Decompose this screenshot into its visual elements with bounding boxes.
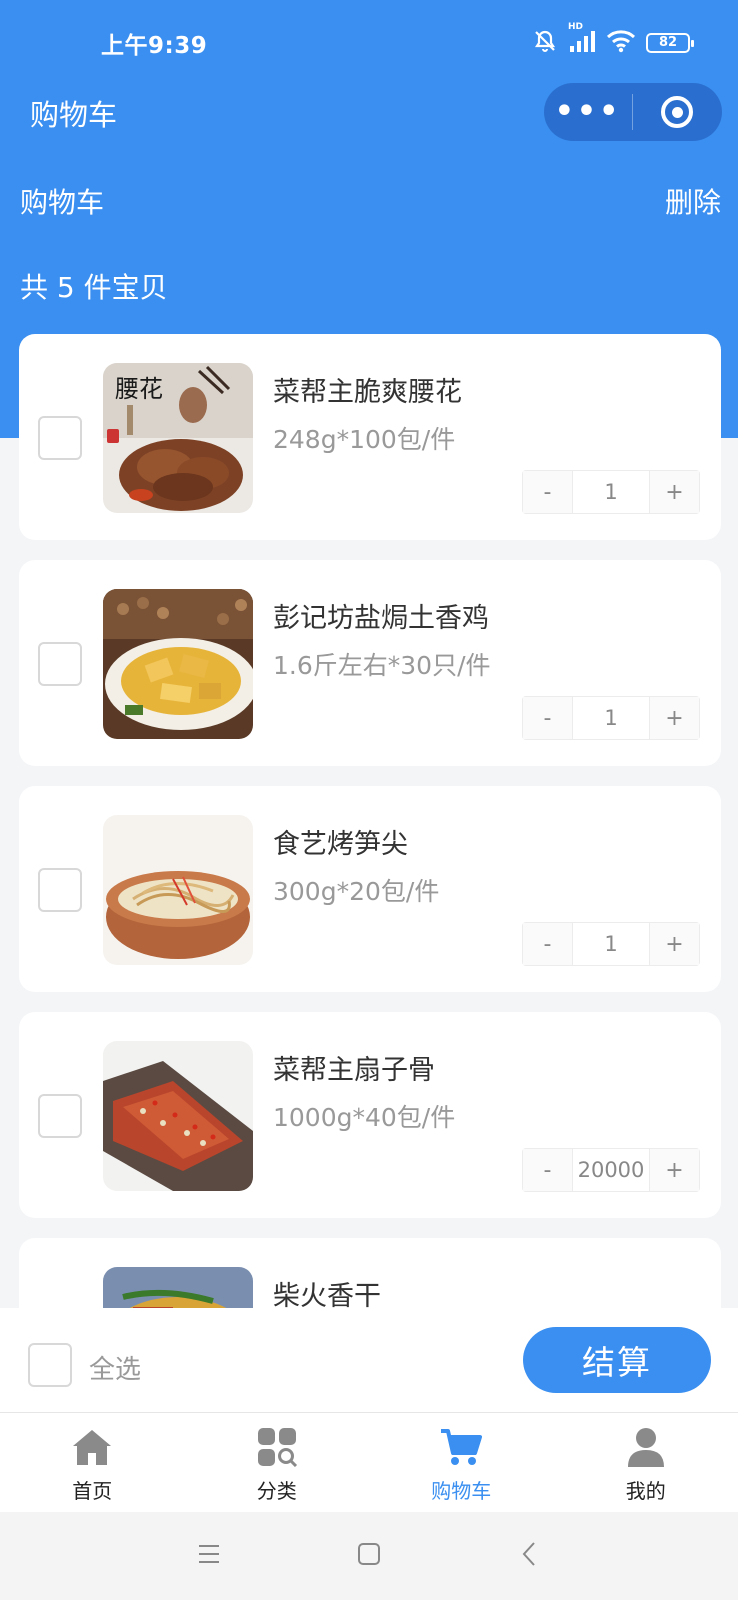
product-image[interactable] bbox=[103, 815, 253, 965]
miniprogram-capsule: ••• bbox=[544, 83, 722, 141]
battery-icon: 82 bbox=[646, 33, 694, 53]
tab-bar: 首页 分类 购物车 我的 bbox=[0, 1412, 738, 1512]
product-name: 彭记坊盐焗土香鸡 bbox=[273, 603, 489, 634]
cart-list[interactable]: 腰花 菜帮主脆爽腰花 248g*100包/件 - 1 + 彭记坊盐焗土香鸡 1.… bbox=[0, 334, 738, 1308]
category-icon bbox=[255, 1427, 299, 1471]
network-type-label: HD bbox=[568, 22, 584, 32]
tab-label: 首页 bbox=[72, 1479, 113, 1503]
checkout-bar: 全选 结算 bbox=[0, 1308, 738, 1412]
tab-cart[interactable]: 购物车 bbox=[369, 1413, 554, 1513]
increase-button[interactable]: + bbox=[650, 923, 699, 965]
home-button[interactable] bbox=[349, 1536, 389, 1576]
cart-item: 菜帮主扇子骨 1000g*40包/件 - 20000 + bbox=[19, 1012, 721, 1218]
item-checkbox[interactable] bbox=[38, 416, 82, 460]
status-icons: HD 82 bbox=[532, 22, 694, 58]
product-spec: 1000g*40包/件 bbox=[273, 1103, 456, 1132]
decrease-button[interactable]: - bbox=[523, 923, 572, 965]
tab-label: 我的 bbox=[625, 1479, 666, 1503]
product-image-text: 腰花 bbox=[115, 376, 163, 403]
page-title: 购物车 bbox=[20, 186, 105, 219]
delete-button[interactable]: 删除 bbox=[665, 181, 721, 221]
more-button[interactable]: ••• bbox=[544, 83, 632, 141]
product-image[interactable] bbox=[103, 1267, 253, 1308]
user-icon bbox=[624, 1427, 668, 1471]
product-image[interactable] bbox=[103, 589, 253, 739]
menu-button[interactable] bbox=[189, 1536, 229, 1576]
quantity-stepper: - 1 + bbox=[522, 922, 700, 966]
wifi-icon bbox=[606, 29, 636, 57]
navbar-title: 购物车 bbox=[30, 98, 118, 132]
close-miniprogram-button[interactable] bbox=[633, 83, 721, 141]
system-nav-bar bbox=[0, 1512, 738, 1600]
quantity-value[interactable]: 20000 bbox=[572, 1149, 650, 1191]
increase-button[interactable]: + bbox=[650, 697, 699, 739]
product-name: 菜帮主扇子骨 bbox=[273, 1055, 435, 1086]
cart-item: 腰花 菜帮主脆爽腰花 248g*100包/件 - 1 + bbox=[19, 334, 721, 540]
tab-category[interactable]: 分类 bbox=[185, 1413, 370, 1513]
square-icon bbox=[357, 1542, 381, 1570]
decrease-button[interactable]: - bbox=[523, 697, 572, 739]
item-checkbox[interactable] bbox=[38, 1094, 82, 1138]
quantity-value[interactable]: 1 bbox=[572, 471, 650, 513]
quantity-stepper: - 20000 + bbox=[522, 1148, 700, 1192]
menu-icon bbox=[197, 1543, 221, 1569]
item-count: 共 5 件宝贝 bbox=[20, 271, 168, 304]
tab-label: 购物车 bbox=[431, 1479, 492, 1503]
cart-item: 食艺烤笋尖 300g*20包/件 - 1 + bbox=[19, 786, 721, 992]
cart-item: 柴火香干 bbox=[19, 1238, 721, 1308]
cart-icon bbox=[439, 1427, 483, 1471]
increase-button[interactable]: + bbox=[650, 1149, 699, 1191]
more-icon: ••• bbox=[554, 94, 622, 129]
status-bar: 上午9:39 HD 82 bbox=[0, 0, 738, 88]
item-checkbox[interactable] bbox=[38, 642, 82, 686]
select-all-label[interactable]: 全选 bbox=[89, 1349, 141, 1386]
signal-icon: HD bbox=[568, 22, 596, 58]
chevron-left-icon bbox=[521, 1541, 537, 1571]
decrease-button[interactable]: - bbox=[523, 471, 572, 513]
quantity-value[interactable]: 1 bbox=[572, 923, 650, 965]
back-button[interactable] bbox=[509, 1536, 549, 1576]
quantity-stepper: - 1 + bbox=[522, 696, 700, 740]
checkout-button[interactable]: 结算 bbox=[523, 1327, 711, 1393]
item-checkbox[interactable] bbox=[38, 868, 82, 912]
product-name: 柴火香干 bbox=[273, 1281, 381, 1308]
increase-button[interactable]: + bbox=[650, 471, 699, 513]
tab-profile[interactable]: 我的 bbox=[554, 1413, 738, 1513]
tab-home[interactable]: 首页 bbox=[0, 1413, 185, 1513]
product-spec: 1.6斤左右*30只/件 bbox=[273, 651, 491, 680]
product-name: 菜帮主脆爽腰花 bbox=[273, 377, 462, 408]
tab-label: 分类 bbox=[256, 1479, 297, 1503]
cart-item: 彭记坊盐焗土香鸡 1.6斤左右*30只/件 - 1 + bbox=[19, 560, 721, 766]
product-image[interactable] bbox=[103, 1041, 253, 1191]
product-image[interactable]: 腰花 bbox=[103, 363, 253, 513]
product-name: 食艺烤笋尖 bbox=[273, 829, 408, 860]
quantity-value[interactable]: 1 bbox=[572, 697, 650, 739]
mute-alarm-icon bbox=[532, 28, 558, 58]
select-all-checkbox[interactable] bbox=[28, 1343, 72, 1387]
target-icon bbox=[661, 96, 693, 128]
quantity-stepper: - 1 + bbox=[522, 470, 700, 514]
product-spec: 248g*100包/件 bbox=[273, 425, 456, 454]
status-time: 上午9:39 bbox=[101, 33, 208, 59]
product-spec: 300g*20包/件 bbox=[273, 877, 440, 906]
decrease-button[interactable]: - bbox=[523, 1149, 572, 1191]
home-icon bbox=[70, 1427, 114, 1471]
